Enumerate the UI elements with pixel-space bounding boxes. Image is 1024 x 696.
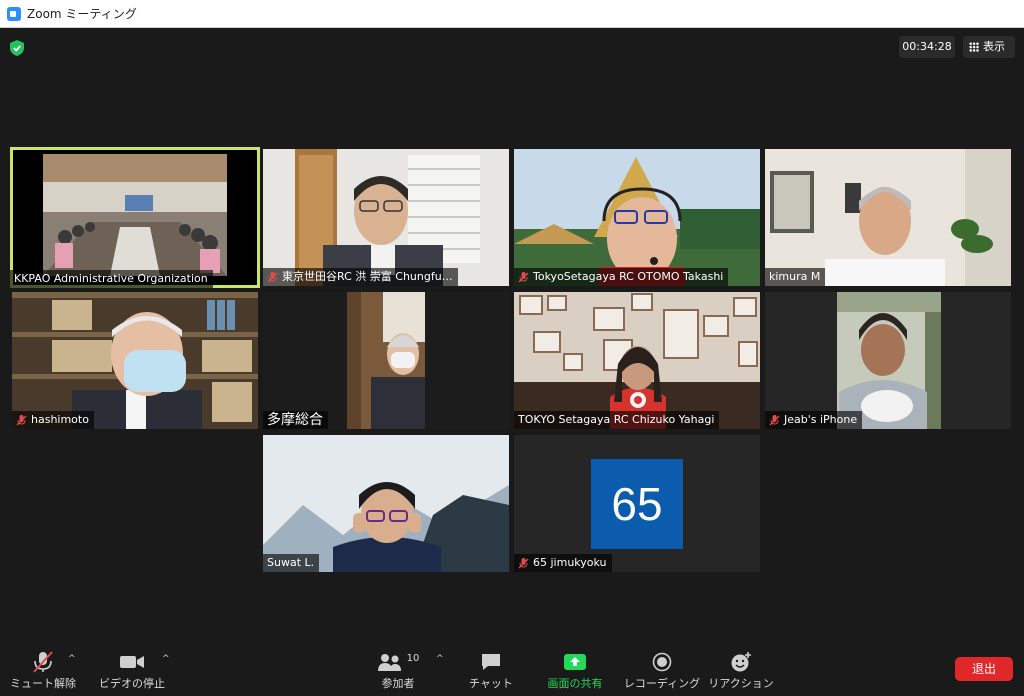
- share-screen-icon: [564, 654, 586, 670]
- reaction-label: リアクション: [708, 677, 774, 690]
- share-screen-label: 画面の共有: [547, 677, 603, 690]
- stop-video-button[interactable]: ビデオの停止: [94, 640, 170, 696]
- video-tile-kkpao[interactable]: KKPAO Administrative Organization: [10, 147, 260, 288]
- participant-name: hashimoto: [31, 413, 89, 426]
- participant-name: Suwat L.: [267, 556, 315, 569]
- participant-name-label: 東京世田谷RC 洪 崇富 Chungfu…: [263, 268, 458, 286]
- participant-name-label: kimura M: [765, 268, 826, 286]
- video-tile-kimura[interactable]: kimura M: [765, 149, 1011, 286]
- video-tile-suwat[interactable]: Suwat L.: [263, 435, 509, 572]
- muted-mic-icon: [769, 414, 780, 425]
- participant-name-label: hashimoto: [12, 411, 94, 429]
- participant-name-label: 多摩総合: [263, 411, 328, 429]
- participants-icon: [377, 654, 401, 671]
- video-tile-jeab[interactable]: Jeab's iPhone: [765, 292, 1011, 429]
- audio-options-chevron-icon[interactable]: ^: [68, 654, 76, 664]
- chat-button[interactable]: チャット: [466, 640, 516, 696]
- meeting-toolbar: ミュート解除 ^ ビデオの停止 ^ 10 参加者 ^ チャット 画面の共有 レコ…: [0, 640, 1024, 696]
- leave-meeting-button[interactable]: 退出: [955, 657, 1013, 681]
- chat-icon: [482, 654, 500, 670]
- record-button[interactable]: レコーディング: [622, 640, 702, 696]
- video-camera-icon: [120, 656, 144, 668]
- participant-name: 65 jimukyoku: [533, 556, 607, 569]
- zoom-app-icon: [7, 6, 21, 21]
- share-screen-button[interactable]: 画面の共有: [538, 640, 612, 696]
- video-tile-chungfu[interactable]: 東京世田谷RC 洪 崇富 Chungfu…: [263, 149, 509, 286]
- video-feed-temple-background: [514, 149, 760, 286]
- participants-options-chevron-icon[interactable]: ^: [436, 654, 444, 664]
- participant-name: Jeab's iPhone: [784, 413, 858, 426]
- muted-mic-icon: [33, 651, 53, 673]
- participants-count: 10: [406, 652, 420, 664]
- security-shield-icon[interactable]: [10, 40, 24, 56]
- record-icon: [652, 652, 672, 672]
- video-feed-living-room: [765, 149, 1011, 286]
- participant-name: 東京世田谷RC 洪 崇富 Chungfu…: [282, 270, 453, 283]
- video-tile-yahagi[interactable]: TOKYO Setagaya RC Chizuko Yahagi: [514, 292, 760, 429]
- participant-name: TOKYO Setagaya RC Chizuko Yahagi: [518, 413, 715, 426]
- grid-icon: [969, 42, 979, 52]
- avatar-text: 65: [611, 478, 663, 530]
- video-feed-bookshelf: [12, 292, 258, 429]
- window-title: Zoom ミーティング: [27, 7, 137, 21]
- video-tile-tama[interactable]: 多摩総合: [263, 292, 509, 429]
- view-label: 表示: [983, 40, 1005, 53]
- chat-label: チャット: [469, 677, 513, 690]
- participant-name-label: TOKYO Setagaya RC Chizuko Yahagi: [514, 411, 720, 429]
- record-label: レコーディング: [623, 677, 701, 690]
- muted-mic-icon: [518, 557, 529, 568]
- video-feed-doorway: [347, 292, 425, 429]
- participants-button[interactable]: 10 参加者: [368, 640, 428, 696]
- participant-name-label: KKPAO Administrative Organization: [10, 270, 213, 288]
- view-toggle-button[interactable]: 表示: [963, 36, 1015, 58]
- video-options-chevron-icon[interactable]: ^: [162, 654, 170, 664]
- participant-name: kimura M: [769, 270, 821, 283]
- participant-name-label: Suwat L.: [263, 554, 320, 572]
- avatar: 65: [591, 459, 683, 549]
- unmute-button[interactable]: ミュート解除: [8, 640, 78, 696]
- video-feed-office: [263, 149, 509, 286]
- video-feed-mountain-background: [263, 435, 509, 572]
- participant-name-label: 65 jimukyoku: [514, 554, 612, 572]
- participant-name-label: TokyoSetagaya RC OTOMO Takashi: [514, 268, 729, 286]
- participant-name-label: Jeab's iPhone: [765, 411, 863, 429]
- muted-mic-icon: [267, 271, 278, 282]
- muted-mic-icon: [16, 414, 27, 425]
- video-tile-hashimoto[interactable]: hashimoto: [12, 292, 258, 429]
- participant-name: TokyoSetagaya RC OTOMO Takashi: [533, 270, 724, 283]
- window-title-bar: Zoom ミーティング: [0, 0, 1024, 28]
- reaction-smiley-icon: [731, 652, 751, 672]
- participant-name: KKPAO Administrative Organization: [14, 272, 208, 285]
- video-feed-portrait: [837, 292, 941, 429]
- unmute-label: ミュート解除: [10, 677, 76, 690]
- participant-name: 多摩総合: [267, 412, 323, 428]
- video-feed-conference-room: [43, 154, 227, 276]
- participants-label: 参加者: [381, 677, 415, 690]
- meeting-timer: 00:34:28: [899, 36, 955, 58]
- stop-video-label: ビデオの停止: [99, 677, 165, 690]
- video-feed-photo-wall: [514, 292, 760, 429]
- muted-mic-icon: [518, 271, 529, 282]
- video-tile-jimukyoku[interactable]: 65 65 jimukyoku: [514, 435, 760, 572]
- reactions-button[interactable]: リアクション: [706, 640, 776, 696]
- video-tile-otomo[interactable]: TokyoSetagaya RC OTOMO Takashi: [514, 149, 760, 286]
